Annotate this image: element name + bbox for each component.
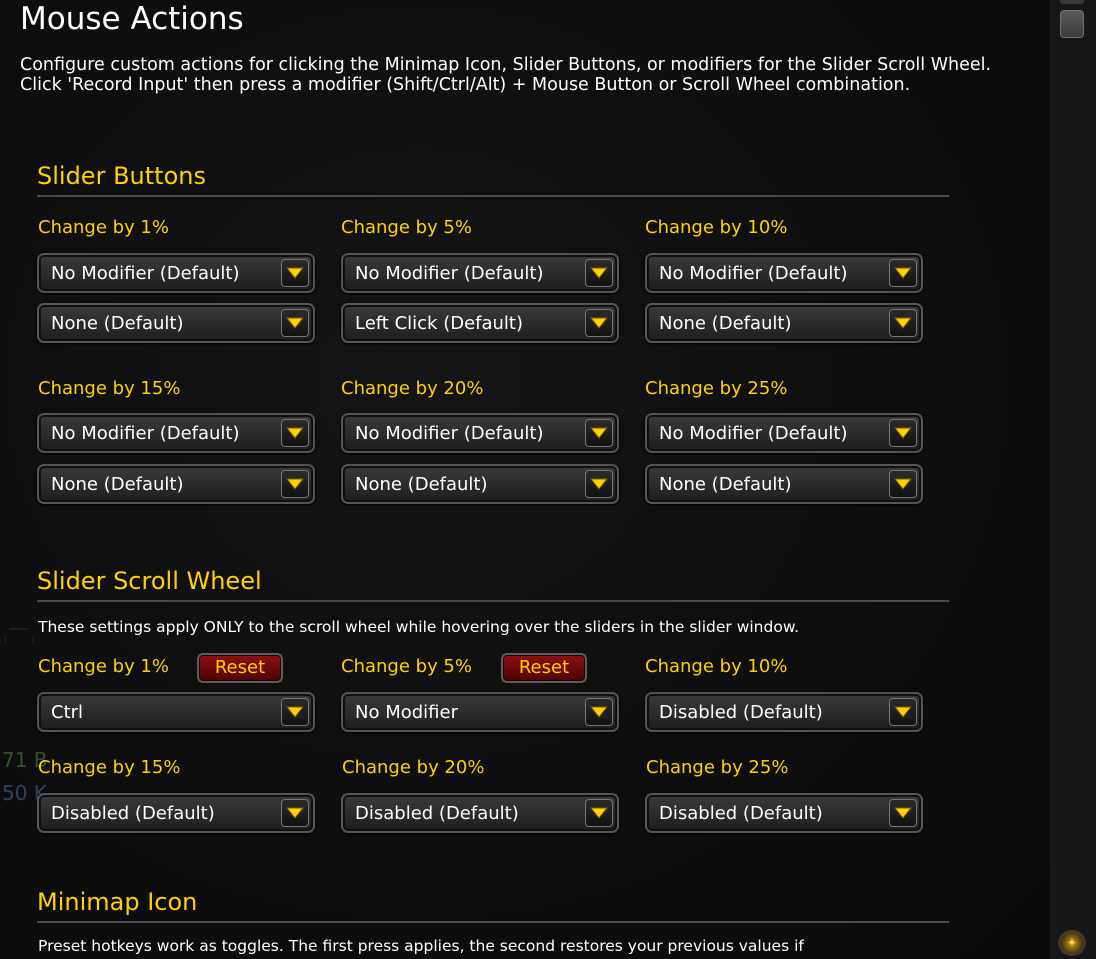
slider-1-modifier-dropdown[interactable]: No Modifier (Default) — [37, 253, 315, 293]
scrollbar-thumb[interactable] — [1060, 10, 1084, 38]
chevron-down-icon[interactable] — [889, 259, 917, 287]
dropdown-value: Left Click (Default) — [355, 313, 524, 334]
dropdown-value: Disabled (Default) — [355, 803, 519, 824]
slider-25-modifier-dropdown[interactable]: No Modifier (Default) — [645, 413, 923, 453]
dropdown-value: No Modifier (Default) — [355, 263, 544, 284]
scroll-label-20: Change by 20% — [342, 757, 485, 778]
dropdown-value: Ctrl — [51, 702, 84, 723]
slider-label-15: Change by 15% — [38, 378, 181, 399]
scroll-15-modifier-dropdown[interactable]: Disabled (Default) — [37, 793, 315, 833]
slider-15-button-dropdown[interactable]: None (Default) — [37, 464, 315, 504]
slider-label-5: Change by 5% — [341, 217, 472, 238]
slider-15-modifier-dropdown[interactable]: No Modifier (Default) — [37, 413, 315, 453]
slider-label-10: Change by 10% — [645, 217, 788, 238]
chevron-down-icon[interactable] — [585, 470, 613, 498]
dropdown-value: No Modifier — [355, 702, 458, 723]
slider-buttons-heading: Slider Buttons — [37, 161, 949, 197]
chevron-down-icon[interactable] — [585, 419, 613, 447]
scroll-label-1: Change by 1% — [38, 656, 169, 677]
reset-button-5[interactable]: Reset — [501, 653, 587, 683]
page-intro: Configure custom actions for clicking th… — [20, 55, 992, 95]
addon-corner-icon[interactable]: ✦ — [1058, 930, 1086, 956]
scroll-5-modifier-dropdown[interactable]: No Modifier — [341, 692, 619, 732]
slider-20-modifier-dropdown[interactable]: No Modifier (Default) — [341, 413, 619, 453]
scroll-label-25: Change by 25% — [646, 757, 789, 778]
slider-label-20: Change by 20% — [341, 378, 484, 399]
dropdown-value: No Modifier (Default) — [659, 263, 848, 284]
chevron-down-icon[interactable] — [281, 698, 309, 726]
slider-1-button-dropdown[interactable]: None (Default) — [37, 303, 315, 343]
dropdown-value: None (Default) — [659, 474, 792, 495]
scroll-label-5: Change by 5% — [341, 656, 472, 677]
scroll-1-modifier-dropdown[interactable]: Ctrl — [37, 692, 315, 732]
dropdown-value: No Modifier (Default) — [51, 423, 240, 444]
page-title: Mouse Actions — [20, 1, 244, 37]
chevron-down-icon[interactable] — [585, 698, 613, 726]
reset-button-1[interactable]: Reset — [197, 653, 283, 683]
slider-label-1: Change by 1% — [38, 217, 169, 238]
chevron-down-icon[interactable] — [281, 309, 309, 337]
scroll-wheel-heading: Slider Scroll Wheel — [37, 566, 949, 602]
chevron-down-icon[interactable] — [889, 799, 917, 827]
dropdown-value: No Modifier (Default) — [659, 423, 848, 444]
minimap-description: Preset hotkeys work as toggles. The firs… — [38, 937, 804, 955]
chevron-down-icon[interactable] — [889, 698, 917, 726]
chevron-down-icon[interactable] — [889, 309, 917, 337]
slider-5-modifier-dropdown[interactable]: No Modifier (Default) — [341, 253, 619, 293]
chevron-down-icon[interactable] — [889, 419, 917, 447]
dropdown-value: No Modifier (Default) — [355, 423, 544, 444]
minimap-heading: Minimap Icon — [37, 887, 949, 923]
chevron-down-icon[interactable] — [889, 470, 917, 498]
chevron-down-icon[interactable] — [585, 309, 613, 337]
dropdown-value: None (Default) — [51, 474, 184, 495]
slider-20-button-dropdown[interactable]: None (Default) — [341, 464, 619, 504]
dropdown-value: Disabled (Default) — [659, 702, 823, 723]
chevron-down-icon[interactable] — [281, 799, 309, 827]
chevron-down-icon[interactable] — [585, 259, 613, 287]
slider-25-button-dropdown[interactable]: None (Default) — [645, 464, 923, 504]
slider-label-25: Change by 25% — [645, 378, 788, 399]
scroll-label-10: Change by 10% — [645, 656, 788, 677]
dropdown-value: Disabled (Default) — [659, 803, 823, 824]
dropdown-value: Disabled (Default) — [51, 803, 215, 824]
chevron-down-icon[interactable] — [585, 799, 613, 827]
slider-5-button-dropdown[interactable]: Left Click (Default) — [341, 303, 619, 343]
scroll-10-modifier-dropdown[interactable]: Disabled (Default) — [645, 692, 923, 732]
dropdown-value: None (Default) — [659, 313, 792, 334]
scroll-25-modifier-dropdown[interactable]: Disabled (Default) — [645, 793, 923, 833]
scrollbar-up-arrow[interactable] — [1060, 0, 1084, 4]
scrollbar-track[interactable] — [1050, 0, 1096, 959]
dropdown-value: None (Default) — [355, 474, 488, 495]
slider-10-button-dropdown[interactable]: None (Default) — [645, 303, 923, 343]
scroll-wheel-description: These settings apply ONLY to the scroll … — [38, 618, 800, 636]
chevron-down-icon[interactable] — [281, 470, 309, 498]
slider-10-modifier-dropdown[interactable]: No Modifier (Default) — [645, 253, 923, 293]
chevron-down-icon[interactable] — [281, 419, 309, 447]
dropdown-value: No Modifier (Default) — [51, 263, 240, 284]
dropdown-value: None (Default) — [51, 313, 184, 334]
scroll-20-modifier-dropdown[interactable]: Disabled (Default) — [341, 793, 619, 833]
scroll-label-15: Change by 15% — [38, 757, 181, 778]
chevron-down-icon[interactable] — [281, 259, 309, 287]
